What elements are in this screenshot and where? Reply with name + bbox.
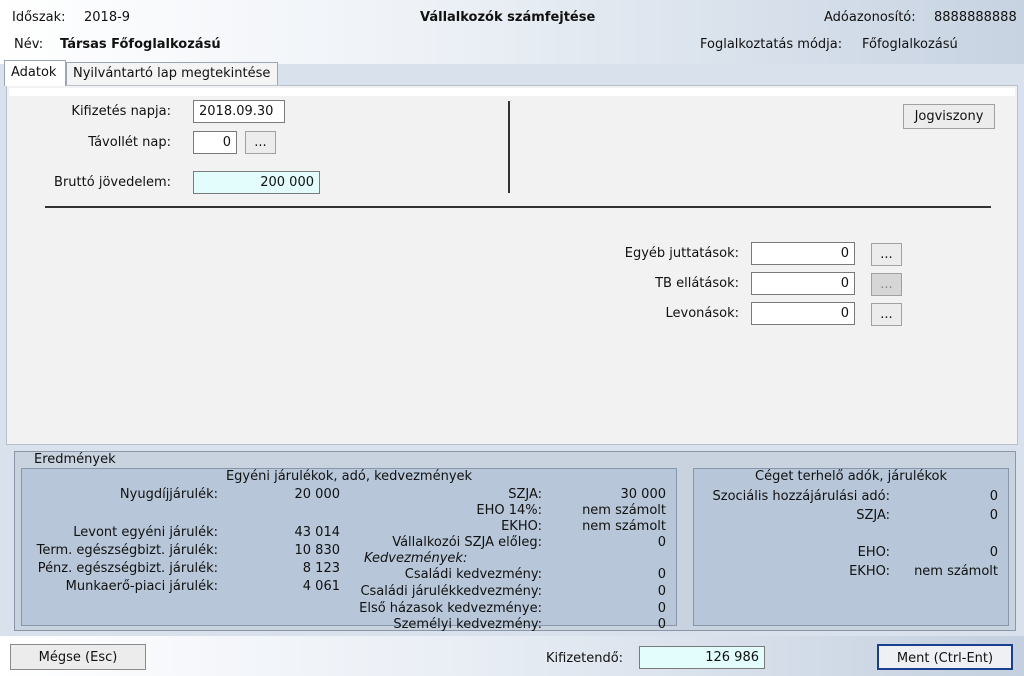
footer-bar: Mégse (Esc) Kifizetendő: 126 986 Ment (C…: [0, 636, 1024, 676]
period-value: 2018-9: [84, 10, 131, 25]
jogviszony-button[interactable]: Jogviszony: [903, 104, 995, 129]
deductions-input[interactable]: 0: [751, 302, 855, 325]
result-label: Családi kedvezmény:: [404, 567, 542, 582]
result-value: 0: [657, 567, 666, 582]
result-label: Nyugdíjjárulék:: [119, 487, 218, 502]
result-value: 0: [657, 601, 666, 616]
result-label: Levont egyéni járulék:: [73, 525, 218, 540]
result-value: 10 830: [294, 543, 341, 558]
result-label: Szociális hozzájárulási adó:: [712, 489, 891, 504]
tb-benefits-input[interactable]: 0: [751, 272, 855, 295]
name-value: Társas Főfoglalkozású: [60, 37, 221, 52]
result-label: Munkaerő-piaci járulék:: [65, 579, 218, 594]
result-value: 0: [657, 535, 666, 550]
result-label: Első házasok kedvezménye:: [359, 601, 542, 616]
tab-nyilvantarto-lap[interactable]: Nyilvántartó lap megtekintése: [66, 62, 278, 86]
result-value: 20 000: [294, 487, 341, 502]
individual-contributions-group: Egyéni járulékok, adó, kedvezmények Nyug…: [21, 468, 677, 631]
discounts-heading: Kedvezmények:: [364, 551, 468, 566]
result-value: nem számolt: [582, 503, 666, 518]
payable-value: 126 986: [639, 646, 765, 669]
result-value: 0: [657, 584, 666, 599]
employment-value: Főfoglalkozású: [862, 37, 958, 52]
tab-adatok[interactable]: Adatok: [4, 60, 66, 86]
result-value: 8 123: [302, 561, 340, 576]
save-button[interactable]: Ment (Ctrl-Ent): [877, 644, 1013, 670]
page-title: Vállalkozók számfejtése: [420, 10, 596, 25]
result-value: nem számolt: [914, 564, 998, 579]
taxid-label: Adóazonosító:: [824, 10, 916, 25]
company-contributions-group: Céget terhelő adók, járulékok Szociális …: [693, 468, 1009, 626]
result-value: 0: [657, 617, 666, 632]
result-label: EKHO:: [849, 564, 890, 579]
period-label: Időszak:: [12, 10, 66, 25]
gross-income-label: Bruttó jövedelem:: [54, 175, 171, 190]
result-value: 0: [989, 489, 998, 504]
payable-label: Kifizetendő:: [546, 651, 624, 666]
payment-date-label: Kifizetés napja:: [71, 104, 171, 119]
result-value: 0: [989, 545, 998, 560]
company-group-title: Céget terhelő adók, járulékok: [755, 469, 947, 484]
cancel-button[interactable]: Mégse (Esc): [10, 644, 146, 670]
tb-benefits-label: TB ellátások:: [655, 276, 739, 291]
result-label: EKHO:: [501, 519, 542, 534]
result-label: Vállalkozói SZJA előleg:: [392, 535, 542, 550]
data-panel: Kifizetés napja: 2018.09.30 Távollét nap…: [6, 85, 1018, 445]
deductions-label: Levonások:: [665, 306, 740, 321]
results-group: Egyéni járulékok, adó, kedvezmények Nyug…: [14, 451, 1016, 631]
result-label: EHO 14%:: [476, 503, 542, 518]
other-benefits-more-button[interactable]: ...: [871, 243, 902, 266]
tb-benefits-more-button[interactable]: ...: [871, 273, 902, 296]
other-benefits-input[interactable]: 0: [751, 242, 855, 265]
result-value: 30 000: [620, 487, 667, 502]
result-value: 4 061: [302, 579, 340, 594]
taxid-value: 8888888888: [934, 10, 1017, 25]
result-label: Pénz. egészségbizt. járulék:: [37, 561, 218, 576]
panel-top-strip: [9, 88, 1015, 96]
window-header: Időszak: 2018-9 Vállalkozók számfejtése …: [0, 0, 1024, 64]
absence-label: Távollét nap:: [88, 135, 171, 150]
result-value: 43 014: [294, 525, 341, 540]
payment-date-input[interactable]: 2018.09.30: [193, 100, 285, 123]
deductions-more-button[interactable]: ...: [871, 303, 902, 326]
result-value: nem számolt: [582, 519, 666, 534]
result-label: SZJA:: [508, 487, 542, 502]
result-label: EHO:: [857, 545, 890, 560]
result-label: Személyi kedvezmény:: [393, 617, 542, 632]
results-legend: Eredmények: [32, 452, 118, 467]
absence-more-button[interactable]: ...: [245, 131, 276, 154]
result-label: SZJA:: [856, 508, 890, 523]
name-label: Név:: [14, 37, 44, 52]
result-label: Term. egészségbizt. járulék:: [36, 543, 218, 558]
employment-label: Foglalkoztatás módja:: [700, 37, 843, 52]
other-benefits-label: Egyéb juttatások:: [624, 246, 739, 261]
vertical-divider: [508, 101, 510, 193]
horizontal-divider: [45, 206, 991, 208]
result-label: Családi járulékkedvezmény:: [360, 584, 542, 599]
absence-input[interactable]: 0: [193, 131, 237, 154]
result-value: 0: [989, 508, 998, 523]
individual-group-title: Egyéni járulékok, adó, kedvezmények: [225, 469, 473, 484]
gross-income-input[interactable]: 200 000: [193, 171, 320, 194]
